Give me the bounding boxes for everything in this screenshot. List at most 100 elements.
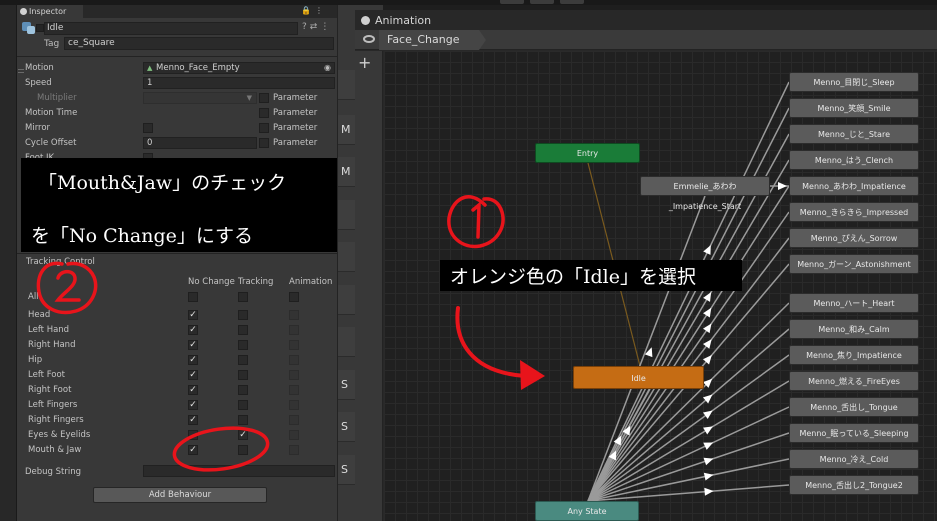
tracking-tracking-checkbox[interactable]: ✓ xyxy=(238,430,248,440)
mirror-checkbox[interactable] xyxy=(143,123,153,133)
state-any-state[interactable]: Any State xyxy=(535,501,639,521)
cycle-offset-field[interactable]: 0 xyxy=(143,137,257,149)
tracking-tracking-checkbox[interactable] xyxy=(238,355,248,365)
state-node[interactable]: Menno_笑顔_Smile xyxy=(789,98,919,118)
state-node[interactable]: Menno_きらきら_Impressed xyxy=(789,202,919,222)
tracking-tracking-checkbox[interactable] xyxy=(238,325,248,335)
tracking-animation-checkbox[interactable] xyxy=(289,355,299,365)
object-picker-icon[interactable]: ◉ xyxy=(324,63,331,73)
state-node[interactable]: Menno_はう_Clench xyxy=(789,150,919,170)
cycle-offset-parameter-checkbox[interactable] xyxy=(259,138,269,148)
lock-and-menu-icons[interactable]: 🔒⋮ xyxy=(301,6,327,15)
animation-clip-icon: ▲ xyxy=(147,64,153,72)
help-settings-menu-icons[interactable]: ?⇄⋮ xyxy=(302,22,332,32)
tracking-nochange-checkbox[interactable]: ✓ xyxy=(188,445,198,455)
state-node[interactable]: Menno_舌出し2_Tongue2 xyxy=(789,475,919,495)
behaviour-row-mark: M xyxy=(341,123,351,136)
all-no-change-checkbox[interactable] xyxy=(188,292,198,302)
tracking-nochange-checkbox[interactable]: ✓ xyxy=(188,355,198,365)
divider xyxy=(17,253,337,254)
tracking-animation-checkbox[interactable] xyxy=(289,445,299,455)
inspector-tab[interactable]: Inspector xyxy=(17,5,83,18)
tracking-animation-checkbox[interactable] xyxy=(289,340,299,350)
tracking-row-label: Right Fingers xyxy=(28,415,84,425)
tracking-nochange-checkbox[interactable] xyxy=(188,430,198,440)
tracking-nochange-checkbox[interactable]: ✓ xyxy=(188,415,198,425)
eye-icon[interactable] xyxy=(363,35,375,43)
motion-field[interactable]: Menno_Face_Empty ▲ ◉ xyxy=(143,62,335,74)
breadcrumb-layer[interactable]: Face_Change xyxy=(379,30,479,50)
tracking-row-label: Head xyxy=(28,310,51,320)
mirror-label: Mirror xyxy=(25,123,51,133)
mirror-parameter-checkbox[interactable] xyxy=(259,123,269,133)
debug-string-label: Debug String xyxy=(25,467,82,477)
tracking-nochange-checkbox[interactable]: ✓ xyxy=(188,370,198,380)
toolbar-button[interactable] xyxy=(500,0,524,4)
tracking-animation-checkbox[interactable] xyxy=(289,430,299,440)
info-icon xyxy=(20,8,27,15)
tracking-nochange-checkbox[interactable]: ✓ xyxy=(188,340,198,350)
tracking-animation-checkbox[interactable] xyxy=(289,310,299,320)
debug-string-field[interactable] xyxy=(143,465,335,477)
state-icon xyxy=(22,22,35,35)
drag-handle-icon[interactable] xyxy=(18,69,24,73)
state-node[interactable]: Menno_和み_Calm xyxy=(789,319,919,339)
state-node[interactable]: Menno_焦り_Impatience xyxy=(789,345,919,365)
tracking-animation-checkbox[interactable] xyxy=(289,370,299,380)
tracking-tracking-checkbox[interactable] xyxy=(238,340,248,350)
state-node[interactable]: Menno_目閉じ_Sleep xyxy=(789,72,919,92)
state-node[interactable]: Menno_舌出し_Tongue xyxy=(789,397,919,417)
tracking-animation-checkbox[interactable] xyxy=(289,325,299,335)
tracking-nochange-checkbox[interactable]: ✓ xyxy=(188,400,198,410)
add-behaviour-button[interactable]: Add Behaviour xyxy=(93,487,267,503)
multiplier-parameter-checkbox[interactable] xyxy=(259,93,269,103)
multiplier-label: Multiplier xyxy=(37,93,77,103)
state-idle[interactable]: Idle xyxy=(573,366,704,389)
tracking-row-label: Right Hand xyxy=(28,340,76,350)
tag-field[interactable]: ce_Square xyxy=(64,37,334,50)
tracking-row-label: Left Hand xyxy=(28,325,70,335)
tracking-nochange-checkbox[interactable]: ✓ xyxy=(188,385,198,395)
dropdown-arrow-icon: ▼ xyxy=(246,94,252,102)
speed-field[interactable]: 1 xyxy=(143,77,335,89)
state-node[interactable]: Menno_ハート_Heart xyxy=(789,293,919,313)
behaviour-row-mark: M xyxy=(341,165,351,178)
state-node[interactable]: Menno_燃える_FireEyes xyxy=(789,371,919,391)
behaviour-row-mark: S xyxy=(341,463,348,476)
state-node[interactable]: Menno_冷え_Cold xyxy=(789,449,919,469)
toolbar-button[interactable] xyxy=(530,0,554,4)
cycle-offset-parameter-label: Parameter xyxy=(273,138,318,148)
animation-tab-title[interactable]: Animation xyxy=(375,14,431,27)
state-node[interactable]: Menno_じと_Stare xyxy=(789,124,919,144)
tracking-nochange-checkbox[interactable]: ✓ xyxy=(188,325,198,335)
state-node[interactable]: Menno_ぴえん_Sorrow xyxy=(789,228,919,248)
state-node[interactable]: Menno_ガーン_Astonishment xyxy=(789,254,919,274)
active-checkbox[interactable] xyxy=(36,24,44,32)
animation-tab-bar: Animation xyxy=(355,10,937,30)
animator-icon xyxy=(361,16,370,25)
tracking-tracking-checkbox[interactable] xyxy=(238,400,248,410)
tracking-animation-checkbox[interactable] xyxy=(289,415,299,425)
state-entry[interactable]: Entry xyxy=(535,143,640,163)
all-tracking-checkbox[interactable] xyxy=(238,292,248,302)
instruction-1-line-1: 「Mouth&Jaw」のチェック xyxy=(38,172,287,194)
tracking-nochange-checkbox[interactable]: ✓ xyxy=(188,310,198,320)
tracking-tracking-checkbox[interactable] xyxy=(238,445,248,455)
plus-icon[interactable]: + xyxy=(358,53,371,72)
tracking-tracking-checkbox[interactable] xyxy=(238,385,248,395)
toolbar-button[interactable] xyxy=(560,0,584,4)
multiplier-dropdown: ▼ xyxy=(143,92,257,104)
state-name-field[interactable]: Idle xyxy=(44,22,298,35)
state-emmelie-impatience-start[interactable]: Emmelie_あわわ_Impatience_Start xyxy=(640,176,770,211)
state-node[interactable]: Menno_あわわ_Impatience xyxy=(789,176,919,196)
motion-time-parameter-checkbox[interactable] xyxy=(259,108,269,118)
tracking-animation-checkbox[interactable] xyxy=(289,385,299,395)
tracking-tracking-checkbox[interactable] xyxy=(238,310,248,320)
all-animation-checkbox[interactable] xyxy=(289,292,299,302)
tracking-tracking-checkbox[interactable] xyxy=(238,415,248,425)
tracking-animation-checkbox[interactable] xyxy=(289,400,299,410)
tracking-tracking-checkbox[interactable] xyxy=(238,370,248,380)
inspector-tab-bar: Inspector 🔒⋮ xyxy=(17,5,337,18)
state-node[interactable]: Menno_眠っている_Sleeping xyxy=(789,423,919,443)
inspector-panel: Inspector 🔒⋮ Idle ?⇄⋮ Tag ce_Square Moti… xyxy=(17,5,337,521)
